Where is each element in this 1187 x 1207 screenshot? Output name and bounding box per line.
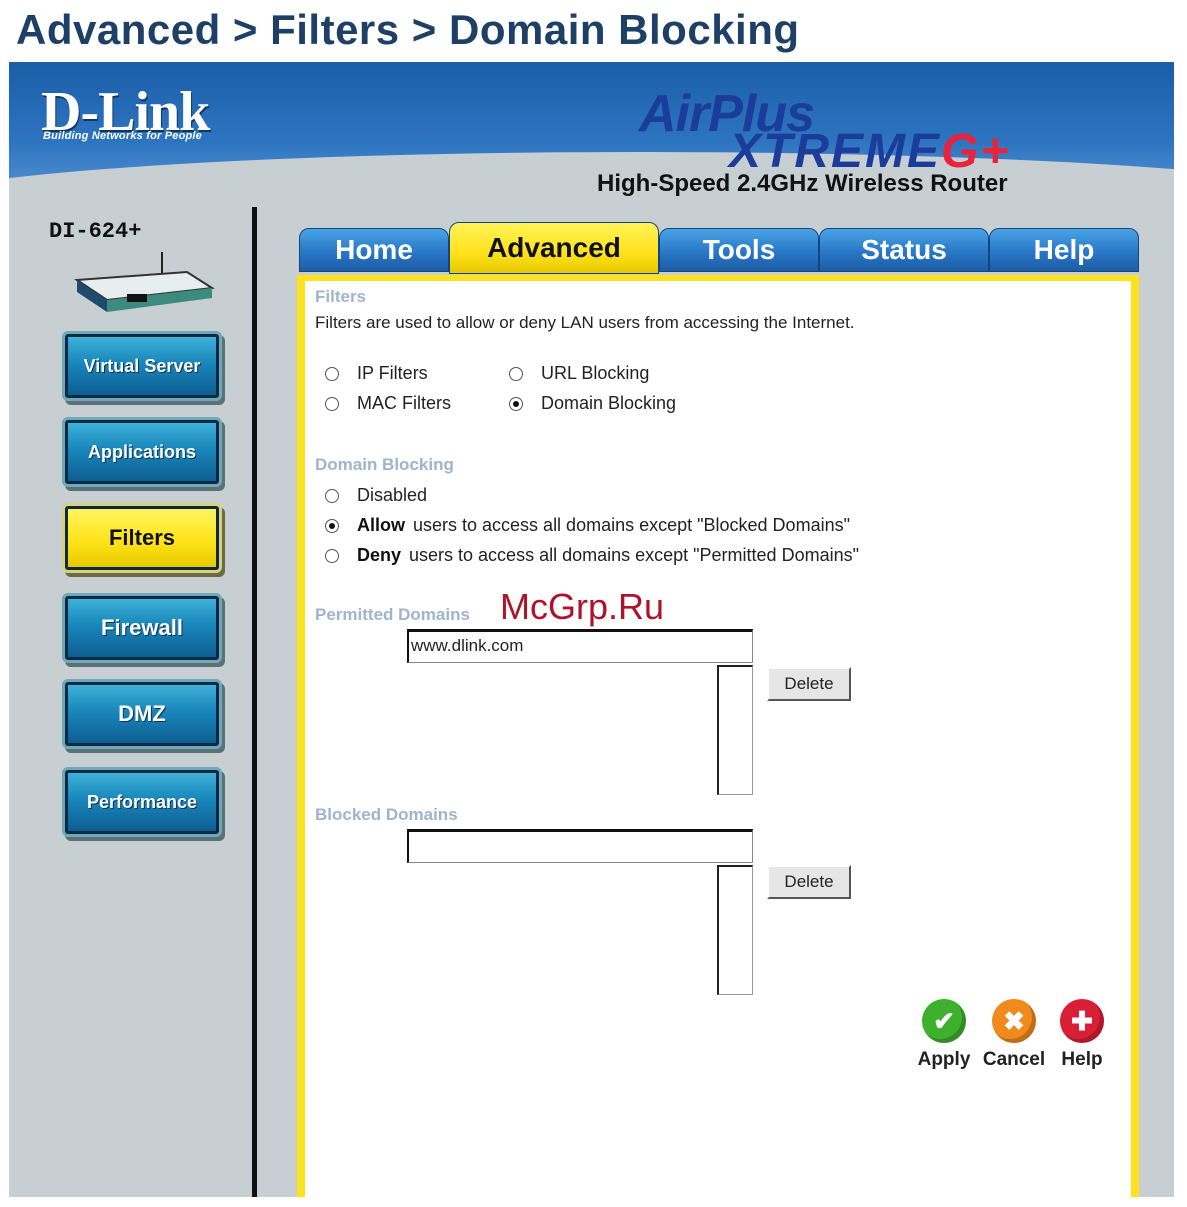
x-icon: ✖ — [992, 999, 1036, 1043]
radio-disabled[interactable]: Disabled — [325, 485, 427, 506]
blocked-domains-title: Blocked Domains — [315, 805, 458, 824]
radio-deny[interactable]: Deny users to access all domains except … — [325, 545, 859, 566]
product-description: High-Speed 2.4GHz Wireless Router — [597, 170, 1008, 197]
radio-button[interactable] — [325, 396, 339, 411]
model-label: DI-624+ — [49, 219, 142, 244]
router-admin-frame: D-Link Building Networks for People AirP… — [9, 62, 1174, 1197]
sidebar-divider — [252, 207, 257, 1197]
radio-button[interactable] — [509, 366, 523, 381]
tab-advanced[interactable]: Advanced — [449, 222, 659, 274]
sidebar-item-applications[interactable]: Applications — [65, 420, 219, 484]
watermark: McGrp.Ru — [500, 586, 665, 627]
tab-home[interactable]: Home — [299, 228, 449, 272]
tab-help[interactable]: Help — [989, 228, 1139, 272]
radio-ip-filters[interactable]: IP Filters — [325, 363, 428, 384]
tab-status[interactable]: Status — [819, 228, 989, 272]
blocked-domain-input[interactable] — [407, 829, 753, 863]
radio-domain-blocking[interactable]: Domain Blocking — [509, 393, 676, 414]
radio-button[interactable] — [325, 548, 339, 563]
filters-section-title: Filters — [315, 287, 367, 306]
filters-description: Filters are used to allow or deny LAN us… — [315, 313, 855, 332]
permitted-delete-button[interactable]: Delete — [767, 667, 851, 701]
radio-button-selected[interactable] — [325, 518, 339, 533]
header-banner: D-Link Building Networks for People AirP… — [9, 62, 1174, 412]
radio-button-selected[interactable] — [509, 396, 523, 411]
page-title: Advanced > Filters > Domain Blocking — [16, 6, 800, 53]
content-panel: Filters Filters are used to allow or den… — [297, 275, 1139, 1197]
domain-blocking-title: Domain Blocking — [315, 455, 454, 474]
checkmark-icon: ✔ — [922, 999, 966, 1043]
plus-icon: ✚ — [1060, 999, 1104, 1043]
cancel-button[interactable]: ✖ Cancel — [979, 999, 1049, 1071]
sidebar-item-firewall[interactable]: Firewall — [65, 596, 219, 660]
help-button[interactable]: ✚ Help — [1047, 999, 1117, 1071]
sidebar-item-dmz[interactable]: DMZ — [65, 682, 219, 746]
sidebar-item-filters[interactable]: Filters — [65, 506, 219, 570]
radio-button[interactable] — [325, 488, 339, 503]
apply-button[interactable]: ✔ Apply — [909, 999, 979, 1071]
radio-button[interactable] — [325, 366, 339, 381]
permitted-domain-input[interactable]: www.dlink.com — [407, 629, 753, 663]
permitted-domains-title: Permitted Domains — [315, 605, 470, 624]
router-icon — [74, 252, 215, 312]
tab-tools[interactable]: Tools — [659, 228, 819, 272]
blocked-domains-list[interactable] — [717, 865, 753, 995]
main-tabs: Home Advanced Tools Status Help — [299, 222, 1139, 276]
blocked-delete-button[interactable]: Delete — [767, 865, 851, 899]
radio-mac-filters[interactable]: MAC Filters — [325, 393, 451, 414]
radio-allow[interactable]: Allow users to access all domains except… — [325, 515, 850, 536]
sidebar-item-virtual-server[interactable]: Virtual Server — [65, 334, 219, 398]
sidebar-item-performance[interactable]: Performance — [65, 770, 219, 834]
permitted-domains-list[interactable] — [717, 665, 753, 795]
radio-url-blocking[interactable]: URL Blocking — [509, 363, 649, 384]
dlink-tagline: Building Networks for People — [43, 130, 203, 142]
